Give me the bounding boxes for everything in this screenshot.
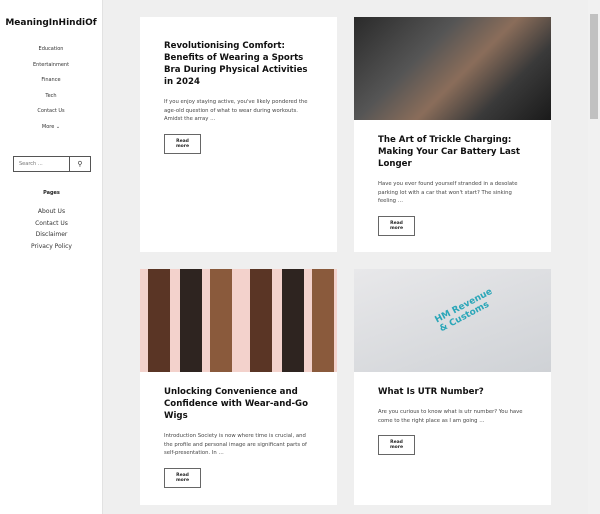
main-nav: Education Entertainment Finance Tech Con…: [0, 42, 102, 135]
post-card: Revolutionising Comfort: Benefits of Wea…: [140, 17, 337, 252]
post-title[interactable]: The Art of Trickle Charging: Making Your…: [378, 134, 527, 170]
search-button[interactable]: ⚲: [70, 157, 90, 171]
nav-entertainment[interactable]: Entertainment: [0, 58, 102, 74]
page-link-disclaimer[interactable]: Disclaimer: [0, 229, 103, 241]
scrollbar-thumb[interactable]: [590, 14, 598, 119]
hmrc-logo-text: HM Revenue & Customs: [433, 286, 495, 335]
search-icon: ⚲: [77, 161, 83, 168]
page-link-about[interactable]: About Us: [0, 206, 103, 218]
pages-heading: Pages: [43, 190, 60, 196]
sidebar: MeaningInHindiOf Education Entertainment…: [0, 0, 103, 514]
post-card: HM Revenue & Customs What Is UTR Number?…: [354, 269, 551, 505]
read-more-button[interactable]: Read more: [378, 435, 415, 456]
page-link-privacy[interactable]: Privacy Policy: [0, 241, 103, 253]
pages-list: About Us Contact Us Disclaimer Privacy P…: [0, 206, 103, 253]
post-excerpt: Are you curious to know what is utr numb…: [378, 409, 523, 424]
site-logo[interactable]: MeaningInHindiOf: [0, 18, 102, 28]
post-title[interactable]: Revolutionising Comfort: Benefits of Wea…: [164, 40, 313, 88]
read-more-button[interactable]: Read more: [164, 134, 201, 155]
scrollbar[interactable]: [588, 0, 600, 514]
nav-more[interactable]: More ⌄: [0, 120, 102, 136]
read-more-button[interactable]: Read more: [378, 216, 415, 237]
nav-contact-us[interactable]: Contact Us: [0, 104, 102, 120]
post-image-car-battery[interactable]: [354, 17, 551, 120]
nav-finance[interactable]: Finance: [0, 73, 102, 89]
read-more-button[interactable]: Read more: [164, 468, 201, 489]
post-excerpt: Have you ever found yourself stranded in…: [378, 181, 518, 205]
search-form: ⚲: [13, 156, 91, 172]
post-excerpt: If you enjoy staying active, you've like…: [164, 99, 308, 123]
search-input[interactable]: [14, 157, 70, 171]
post-image-wigs[interactable]: [140, 269, 337, 372]
post-image-hmrc[interactable]: HM Revenue & Customs: [354, 269, 551, 372]
post-title[interactable]: What Is UTR Number?: [378, 386, 527, 398]
nav-education[interactable]: Education: [0, 42, 102, 58]
post-excerpt: Introduction Society is now where time i…: [164, 433, 307, 457]
post-card: The Art of Trickle Charging: Making Your…: [354, 17, 551, 252]
post-title[interactable]: Unlocking Convenience and Confidence wit…: [164, 386, 313, 422]
nav-tech[interactable]: Tech: [0, 89, 102, 105]
page-link-contact[interactable]: Contact Us: [0, 218, 103, 230]
post-card: Unlocking Convenience and Confidence wit…: [140, 269, 337, 505]
